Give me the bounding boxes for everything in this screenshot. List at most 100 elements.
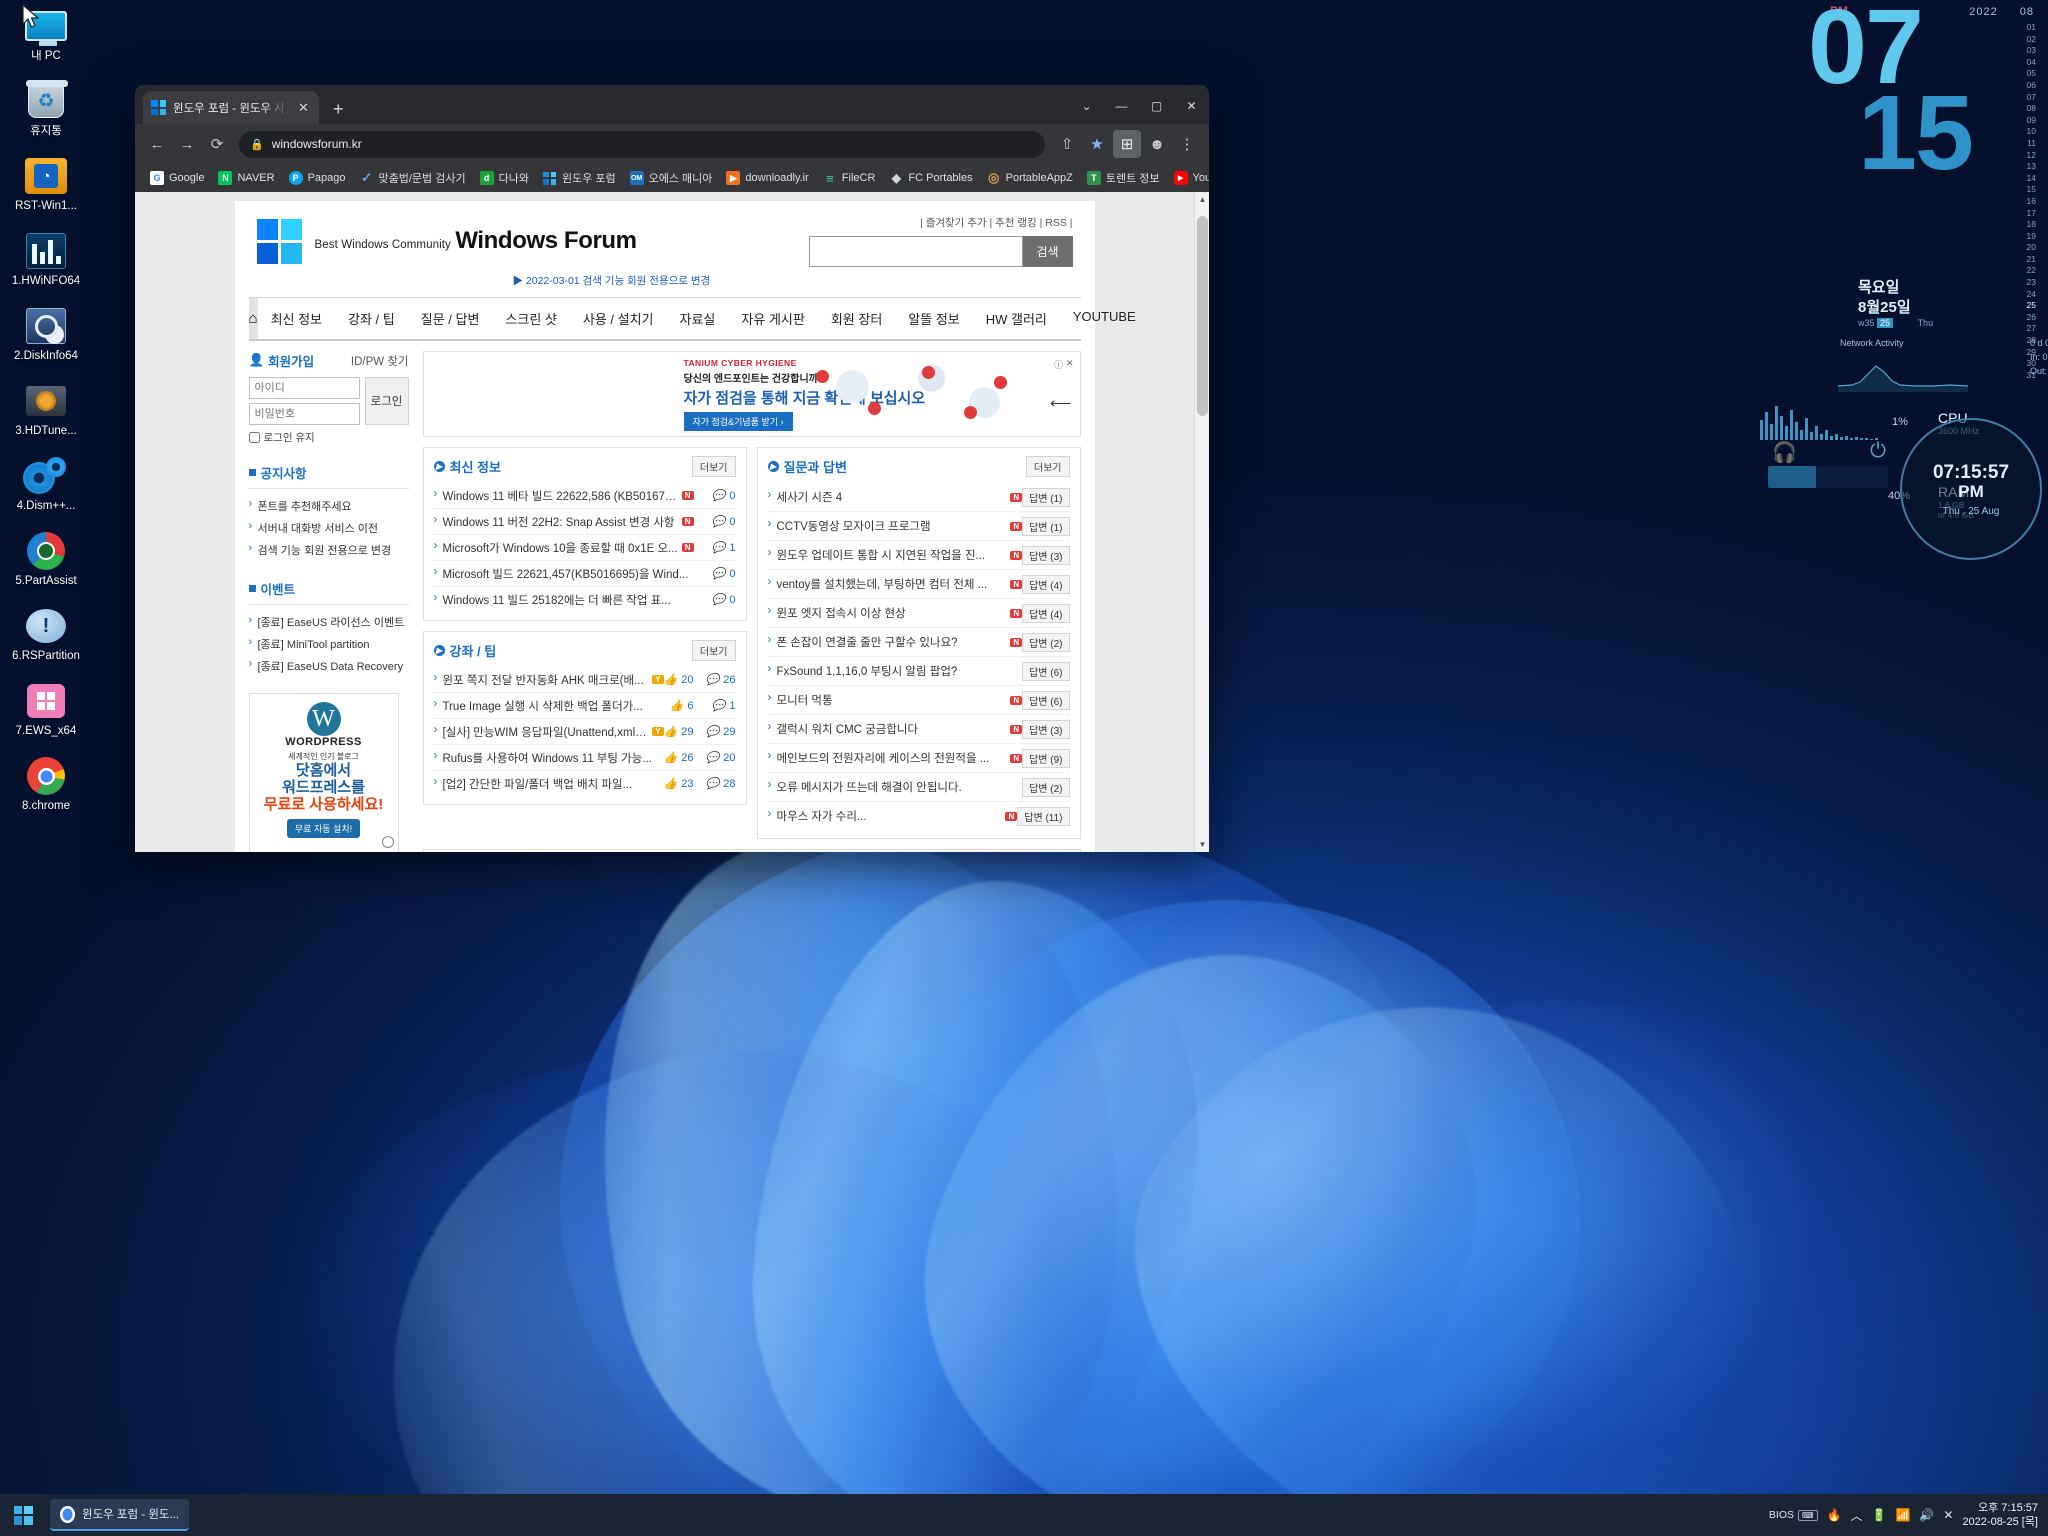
ad-wordpress[interactable]: W WORDPRESS 세계적인 인기 블로그 닷홈에서 워드프레스를 무료로 …: [248, 693, 399, 852]
tray-bios[interactable]: BIOS ⌨: [1769, 1509, 1818, 1521]
desktop-icon-rspartition[interactable]: ! 6.RSPartition: [0, 604, 92, 672]
table-row[interactable]: 세사기 시즌 4N답변 (1): [767, 483, 1070, 512]
nav-item-youtube[interactable]: YOUTUBE: [1060, 298, 1149, 339]
table-row[interactable]: 윈포 엣지 접속시 이상 현상N답변 (4): [767, 599, 1070, 628]
more-button[interactable]: 더보기: [691, 640, 736, 661]
address-bar[interactable]: 🔒 windowsforum.kr: [239, 130, 1045, 158]
wifi-icon[interactable]: 📶: [1895, 1508, 1910, 1522]
new-tab-button[interactable]: +: [333, 100, 344, 118]
nav-item-free-board[interactable]: 자유 게시판: [728, 298, 817, 339]
desktop-icon-diskinfo64[interactable]: 2.DiskInfo64: [0, 304, 92, 372]
nav-item-hw-gallery[interactable]: HW 갤러리: [973, 298, 1060, 339]
nav-item-qna[interactable]: 질문 / 답변: [408, 298, 493, 339]
bookmark-windows-forum[interactable]: 윈도우 포럼: [536, 167, 623, 189]
table-row[interactable]: Microsoft가 Windows 10을 종료할 때 0x1E 오...N 💬…: [433, 535, 736, 561]
ad-button[interactable]: 무료 자동 설치!: [286, 819, 361, 838]
close-tab-icon[interactable]: ✕: [296, 100, 311, 116]
maximize-button[interactable]: ▢: [1139, 90, 1174, 121]
find-idpw-link[interactable]: ID/PW 찾기: [351, 353, 409, 369]
more-button[interactable]: 더보기: [1025, 456, 1070, 477]
bookmark-downloadly[interactable]: ▶ downloadly.ir: [719, 168, 815, 188]
desktop-icon-partassist[interactable]: 5.PartAssist: [0, 529, 92, 597]
nav-item-screenshots[interactable]: 스크린 샷: [492, 298, 569, 339]
browser-tab[interactable]: 윈도우 포럼 - 윈도우 사용자 모임 ✕: [143, 91, 319, 124]
top-links[interactable]: | 즐겨찾기 추가 | 추천 랭킹 | RSS |: [920, 215, 1072, 230]
keyboard-icon[interactable]: ⌨: [1798, 1509, 1818, 1521]
desktop-icon-hdtune[interactable]: 3.HDTune...: [0, 379, 92, 447]
flame-icon[interactable]: 🔥: [1827, 1508, 1842, 1522]
table-row[interactable]: 마우스 자가 수리...N답변 (11): [768, 802, 1070, 830]
bookmark-papago[interactable]: P Papago: [282, 168, 353, 188]
chrome-menu-icon[interactable]: ⋮: [1173, 130, 1201, 158]
banner-ad-tanium[interactable]: TANIUM CYBER HYGIENE 당신의 엔드포인트는 건강합니까? 자…: [422, 351, 1081, 437]
keep-login-row[interactable]: 로그인 유지: [248, 430, 409, 445]
table-row[interactable]: 갤럭시 워치 CMC 궁금합니다N답변 (3): [767, 715, 1070, 744]
banner-cta[interactable]: 자가 점검&기념품 받기 ›: [683, 411, 793, 431]
nav-item-archive[interactable]: 자료실: [667, 298, 729, 339]
taskbar-clock[interactable]: 오후 7:15:57 2022-08-25 [목]: [1962, 1501, 2038, 1529]
table-row[interactable]: Rufus를 사용하여 Windows 11 부팅 가능...👍26 💬20: [433, 745, 736, 771]
table-row[interactable]: FxSound 1,1,16,0 부팅시 알림 팝업?답변 (6): [767, 657, 1070, 686]
bookmark-osmania[interactable]: OM 오에스 매니아: [623, 167, 720, 189]
table-row[interactable]: 폰 손잡이 연결줄 줄만 구할수 있나요?N답변 (2): [767, 628, 1070, 657]
login-button[interactable]: 로그인: [364, 377, 409, 425]
desktop-icon-dism[interactable]: 4.Dism++...: [0, 454, 92, 522]
desktop-icon-my-pc[interactable]: 내 PC: [0, 4, 92, 72]
table-row[interactable]: 메인보드의 전원자리에 케이스의 전원적을 ...N답변 (9): [767, 744, 1070, 773]
bookmark-star-icon[interactable]: ★: [1083, 130, 1111, 158]
close-icon[interactable]: ✕: [1943, 1508, 1953, 1522]
login-id-input[interactable]: [248, 377, 360, 399]
site-logo[interactable]: Best Windows Community Windows Forum: [256, 218, 637, 264]
list-item[interactable]: 폰트를 추천해주세요: [249, 495, 409, 517]
bookmark-danawa[interactable]: d 다나와: [473, 167, 536, 189]
back-icon[interactable]: ←: [143, 130, 171, 158]
scroll-down-icon[interactable]: ▼: [1195, 837, 1209, 852]
table-row[interactable]: True Image 실행 시 삭제한 백업 폴더가...👍6 💬1: [433, 693, 736, 719]
table-row[interactable]: 윈도우 업데이트 통합 시 지연된 작업을 진...N답변 (3): [767, 541, 1070, 570]
battery-icon[interactable]: 🔋: [1872, 1508, 1887, 1522]
desktop-icon-hwinfo64[interactable]: 1.HWiNFO64: [0, 229, 92, 297]
list-item[interactable]: [종료] MiniTool partition: [249, 633, 409, 655]
table-row[interactable]: [실사] 만능WIM 응답파일(Unattend,xml)...Y👍29 💬29: [433, 719, 736, 745]
list-item[interactable]: [종료] EaseUS Data Recovery: [249, 655, 409, 677]
scroll-up-icon[interactable]: ▲: [1195, 192, 1209, 207]
home-icon[interactable]: ⌂: [248, 298, 258, 339]
speaker-icon[interactable]: 🔊: [1919, 1508, 1934, 1522]
table-row[interactable]: [업2] 간단한 파일/폴더 백업 배치 파일...👍23 💬28: [434, 771, 736, 796]
desktop-icon-recycle-bin[interactable]: 휴지통: [0, 79, 92, 147]
close-window-button[interactable]: ✕: [1174, 90, 1209, 121]
table-row[interactable]: 오류 메시지가 뜨는데 해결이 안됩니다.답변 (2): [767, 773, 1070, 802]
more-button[interactable]: 더보기: [691, 456, 736, 477]
chevron-up-icon[interactable]: ︿: [1851, 1507, 1863, 1524]
table-row[interactable]: Windows 11 베타 빌드 22622,586 (KB5016701)..…: [433, 483, 736, 509]
profile-icon[interactable]: ☻: [1143, 130, 1171, 158]
desktop-icon-rst[interactable]: ◔ RST-Win1...: [0, 154, 92, 222]
table-row[interactable]: ventoy를 설치했는데, 부팅하면 컴터 전체 ...N답변 (4): [767, 570, 1070, 599]
page-scrollbar[interactable]: ▲ ▼: [1194, 192, 1209, 852]
reload-icon[interactable]: ⟳: [203, 130, 231, 158]
list-item[interactable]: 서버내 대화방 서비스 이전: [249, 517, 409, 539]
bookmark-google[interactable]: G Google: [143, 168, 211, 188]
minimize-button[interactable]: —: [1104, 90, 1139, 121]
start-button[interactable]: [0, 1494, 46, 1536]
banner-corner-controls[interactable]: ⓘ ✕: [1054, 358, 1074, 371]
list-item[interactable]: [종료] EaseUS 라이선스 이벤트: [249, 611, 409, 633]
bookmark-torrent[interactable]: T 토렌트 정보: [1080, 167, 1167, 189]
table-row[interactable]: 윈포 쪽지 전달 반자동화 AHK 매크로(배...Y👍20 💬26: [433, 667, 736, 693]
table-row[interactable]: Microsoft 빌드 22621,457(KB5016695)을 Wind.…: [433, 561, 736, 587]
bookmark-naver[interactable]: N NAVER: [211, 168, 281, 188]
power-icon[interactable]: ⏻: [1870, 440, 1886, 465]
login-pw-input[interactable]: [248, 403, 360, 425]
bookmark-portableappz[interactable]: ◎ PortableAppZ: [980, 168, 1080, 188]
desktop-icon-ews[interactable]: 7.EWS_x64: [0, 679, 92, 747]
nav-item-market[interactable]: 회원 장터: [818, 298, 895, 339]
desktop-icon-chrome[interactable]: 8.chrome: [0, 754, 92, 822]
scrollbar-thumb[interactable]: [1197, 216, 1208, 416]
bookmark-fcportables[interactable]: ◆ FC Portables: [882, 168, 979, 188]
headphone-icon[interactable]: 🎧: [1772, 440, 1797, 465]
taskbar-item-chrome[interactable]: 윈도우 포럼 - 윈도...: [50, 1499, 190, 1531]
table-row[interactable]: Windows 11 빌드 25182에는 더 빠른 작업 표... 💬0: [434, 587, 736, 612]
bookmark-spellcheck[interactable]: ✓ 맞춤법/문법 검사기: [353, 167, 473, 189]
bookmark-filecr[interactable]: ≡ FileCR: [816, 168, 883, 188]
chrome-more-icon[interactable]: ⌄: [1069, 90, 1104, 121]
